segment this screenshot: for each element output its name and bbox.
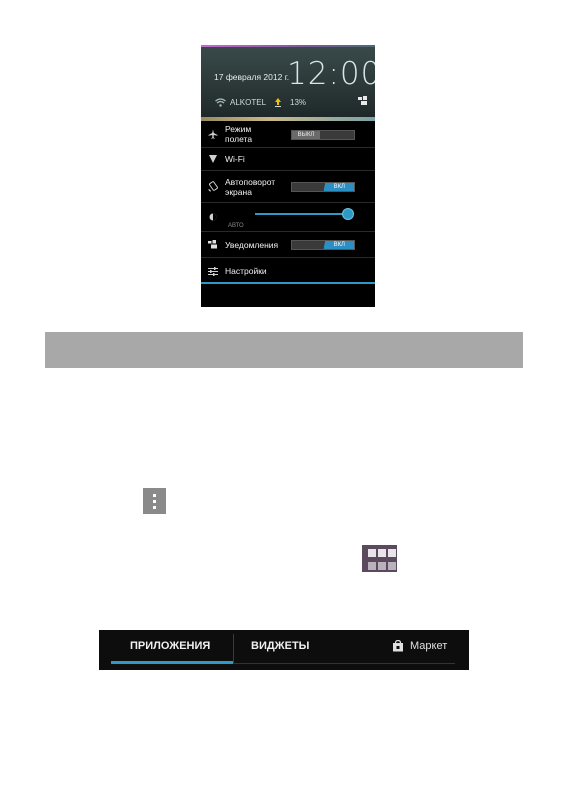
notifications-icon (201, 240, 225, 249)
settings-row[interactable]: Настройки (201, 258, 375, 284)
wifi-network-name: ALKOTEL (230, 97, 267, 107)
wifi-signal-icon (215, 97, 226, 107)
wifi-row[interactable]: Wi-Fi (201, 148, 375, 171)
brightness-slider-handle[interactable] (343, 209, 353, 219)
status-row: ALKOTEL 13% (215, 96, 306, 108)
toggle-on-label: ВКЛ (320, 241, 354, 249)
market-label: Маркет (410, 640, 448, 652)
dot (153, 499, 156, 503)
brightness-row: АВТО (201, 203, 375, 232)
notifications-toggle[interactable]: ВКЛ (291, 240, 355, 250)
wifi-icon (201, 155, 225, 163)
active-tab-indicator (111, 661, 233, 664)
settings-icon (201, 266, 225, 276)
toggle-off-label: ВЫКЛ (292, 131, 320, 139)
airplane-mode-label: Режим полета (225, 124, 253, 144)
grid-cell (388, 561, 396, 570)
auto-rotate-label: Автоповорот экрана (225, 176, 276, 197)
tab-divider (233, 634, 234, 664)
date-label: 17 февраля 2012 г. (214, 72, 290, 82)
market-bag-icon (393, 640, 403, 652)
auto-rotate-row[interactable]: Автоповорот экрана ВКЛ (201, 171, 375, 203)
notifications-row[interactable]: Уведомления ВКЛ (201, 232, 375, 258)
section-banner (45, 332, 523, 368)
shade-header: 17 февраля 2012 г. 12:00 ALKOTEL 13% (201, 45, 375, 121)
airplane-mode-row[interactable]: Режим полета ВЫКЛ (201, 121, 375, 148)
grid-cell (368, 549, 376, 557)
grid-cell (388, 549, 396, 557)
grid-cell (368, 561, 376, 570)
tab-widgets[interactable]: ВИДЖЕТЫ (251, 640, 309, 652)
rotate-icon (201, 181, 225, 192)
tab-baseline (233, 663, 455, 664)
grid-cell (378, 549, 386, 557)
notifications-header-icon[interactable] (358, 96, 369, 106)
tab-apps[interactable]: ПРИЛОЖЕНИЯ (130, 640, 210, 652)
notification-shade: 17 февраля 2012 г. 12:00 ALKOTEL 13% Реж… (201, 45, 375, 307)
dot (153, 505, 156, 509)
brightness-auto-label: АВТО (228, 223, 244, 229)
quick-settings-list: Режим полета ВЫКЛ Wi-Fi Автоповорот экра… (201, 121, 375, 284)
dot (153, 493, 156, 497)
header-accent-line (201, 45, 375, 47)
market-button[interactable]: Маркет (392, 640, 447, 652)
app-drawer-tabbar: ПРИЛОЖЕНИЯ ВИДЖЕТЫ Маркет (99, 630, 469, 670)
airplane-mode-toggle[interactable]: ВЫКЛ (291, 130, 355, 140)
battery-percent: 13% (290, 97, 307, 107)
grid-cell (378, 561, 386, 570)
battery-charge-icon (275, 97, 282, 107)
clock-label: 12:00 (287, 56, 375, 92)
toggle-on-label: ВКЛ (320, 183, 354, 191)
airplane-icon (201, 129, 225, 139)
auto-rotate-toggle[interactable]: ВКЛ (291, 182, 355, 192)
brightness-icon (201, 213, 225, 221)
notifications-label: Уведомления (225, 239, 279, 250)
settings-label: Настройки (225, 266, 267, 276)
menu-overflow-icon[interactable] (143, 488, 166, 514)
shade-bottom-accent (201, 282, 375, 284)
wifi-label: Wi-Fi (225, 154, 245, 164)
brightness-slider-track[interactable] (255, 213, 348, 215)
apps-grid-icon[interactable] (362, 545, 397, 572)
